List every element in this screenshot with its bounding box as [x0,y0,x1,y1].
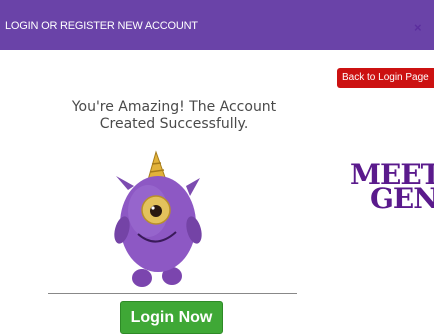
login-now-button[interactable]: Login Now [120,301,223,334]
modal-header: LOGIN OR REGISTER NEW ACCOUNT × [0,0,434,50]
brand-logo: MEET GEN [350,160,434,220]
back-to-login-button[interactable]: Back to Login Page [337,68,434,88]
purple-cyclops-monster-icon [114,150,202,287]
logo-line-2: GEN [370,182,434,215]
success-message: You're Amazing! The Account Created Succ… [71,99,277,132]
divider [48,293,297,294]
modal-title: LOGIN OR REGISTER NEW ACCOUNT [5,20,198,32]
close-icon[interactable]: × [414,20,422,35]
